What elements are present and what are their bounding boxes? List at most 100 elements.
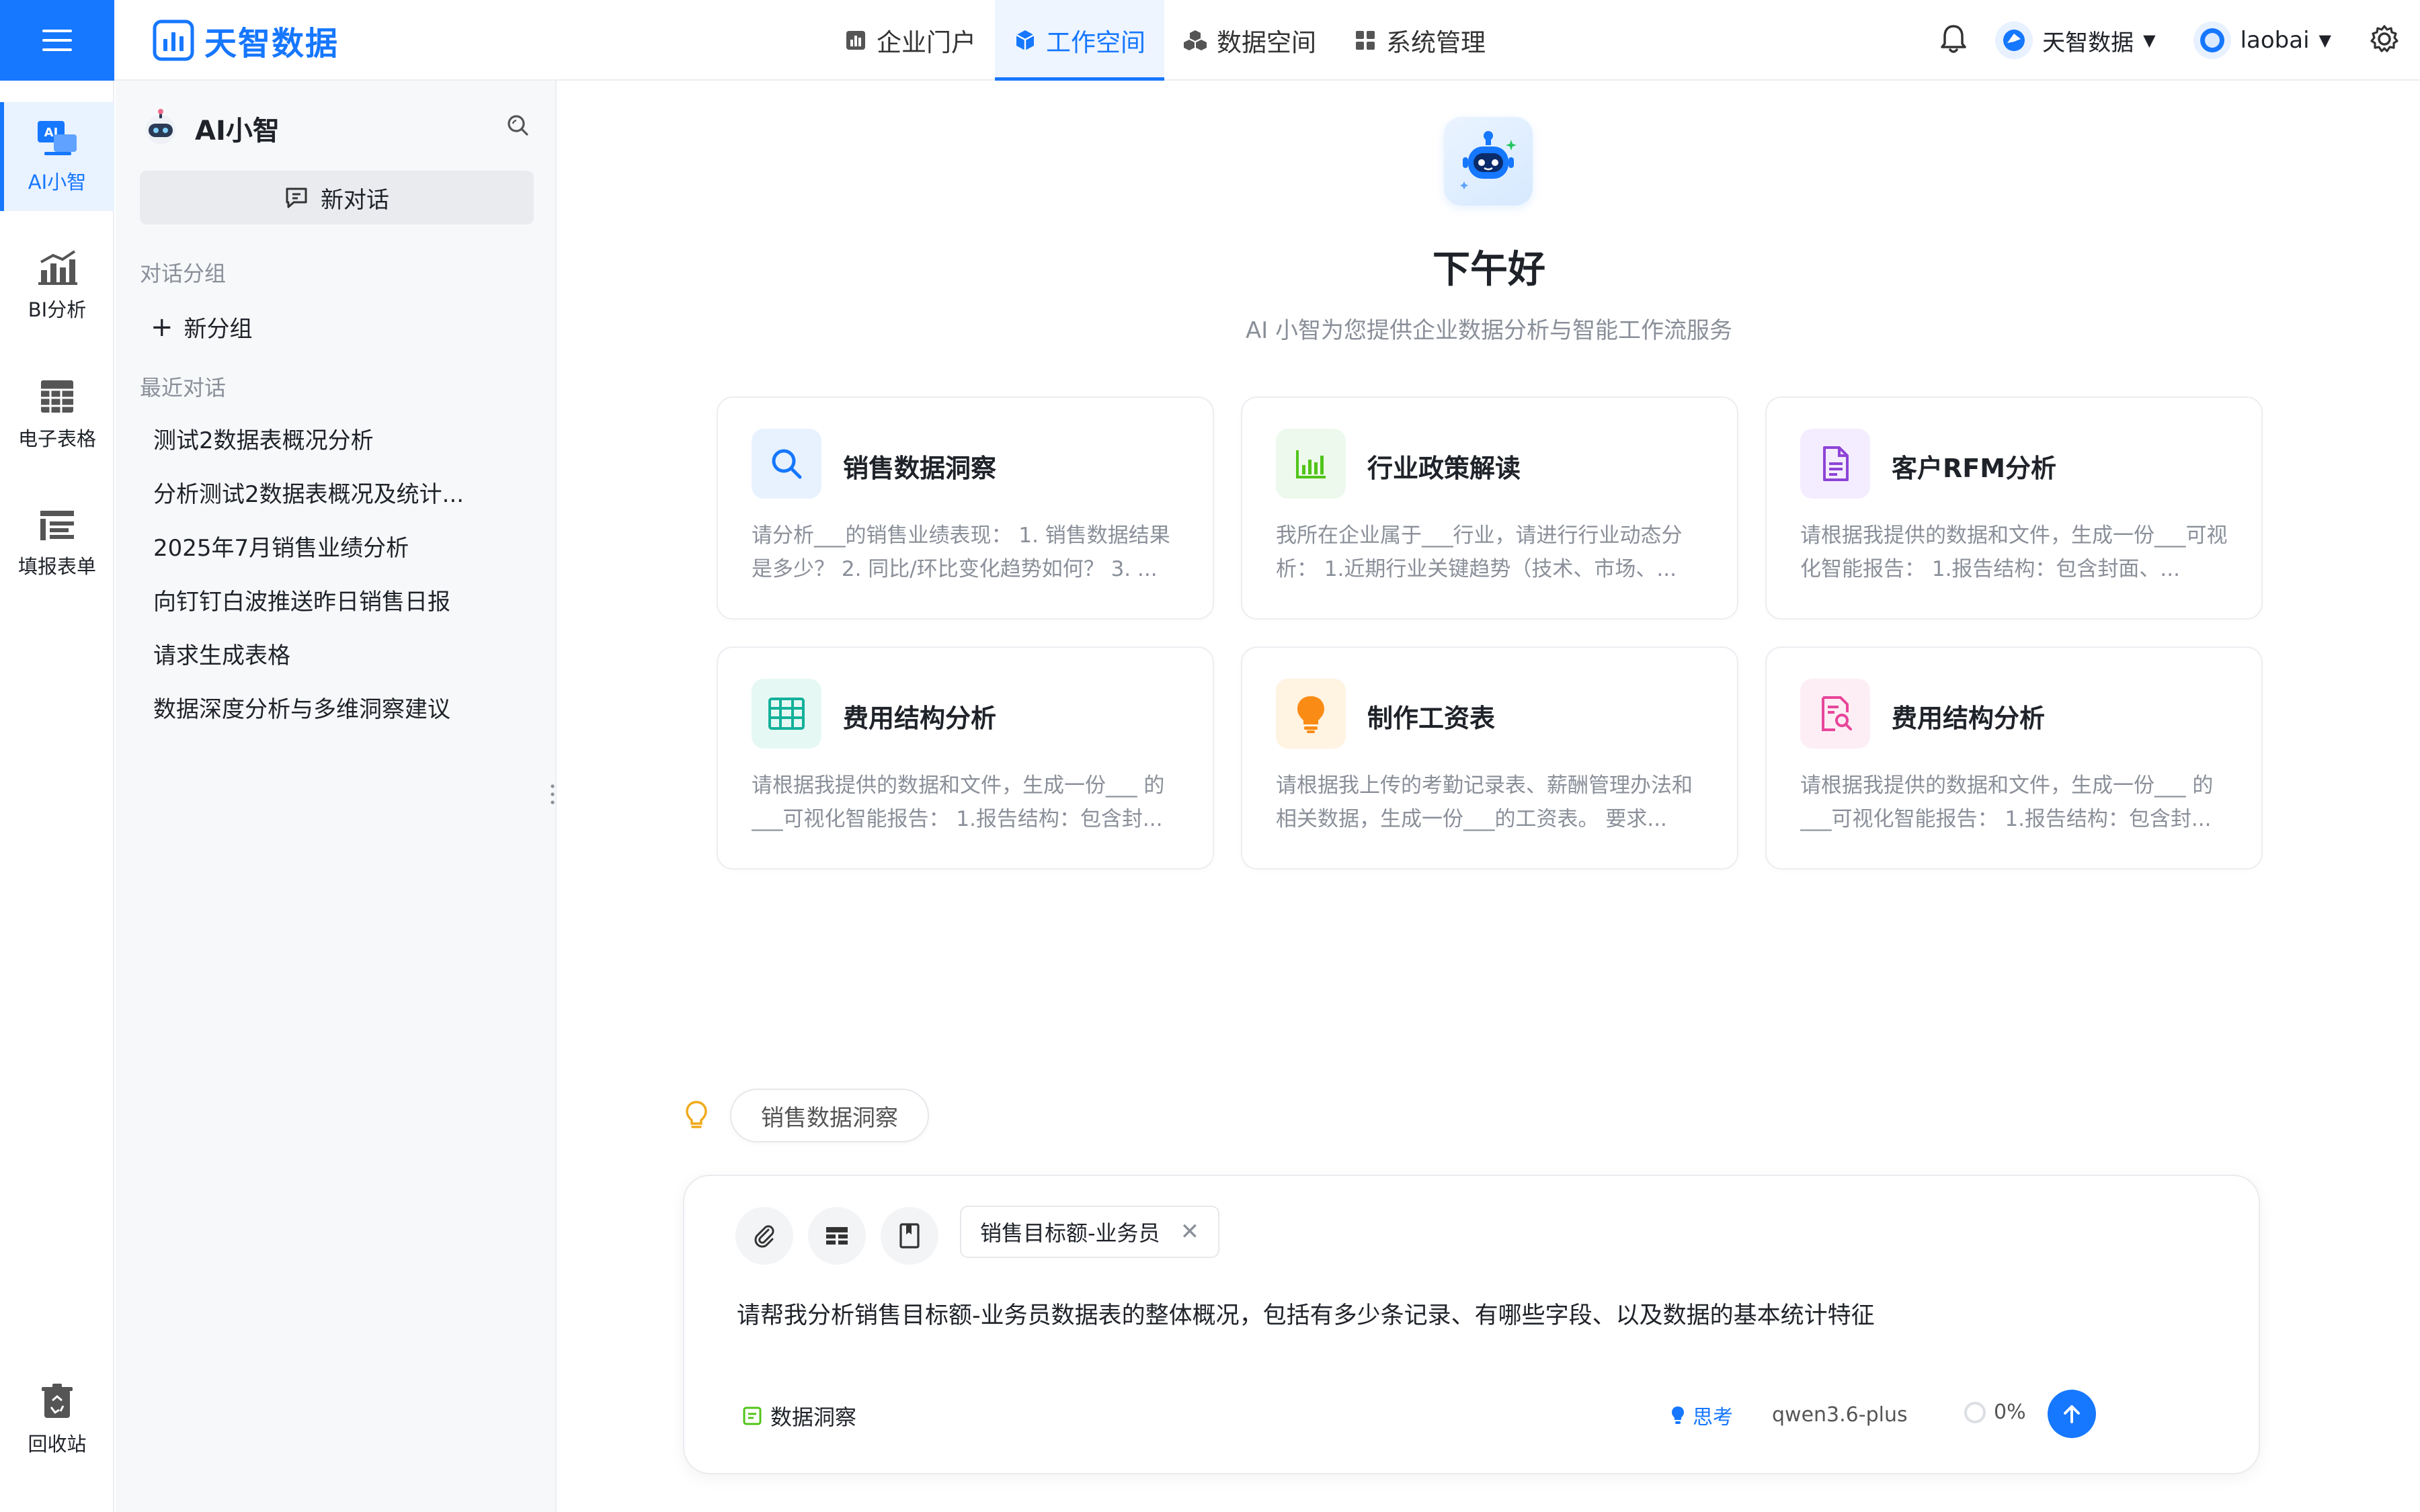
suggestion-chip[interactable]: 销售数据洞察	[730, 1089, 929, 1142]
plus-icon: +	[151, 311, 173, 343]
new-chat-button[interactable]: 新对话	[140, 171, 534, 224]
rail-label: 电子表格	[17, 427, 96, 450]
grid-icon	[1356, 31, 1375, 50]
cube-icon	[1016, 30, 1035, 50]
recent-conversation[interactable]: 向钉钉白波推送昨日销售日报	[153, 582, 530, 622]
user-menu[interactable]: laobai ▼	[2193, 22, 2331, 59]
report-search-icon	[1822, 696, 1852, 731]
rail-item-recycle-bin[interactable]: 回收站	[0, 1366, 114, 1474]
recent-conversation[interactable]: 测试2数据表概况分析	[153, 421, 530, 461]
chat-composer: 销售目标额-业务员 ✕ 请帮我分析销售目标额-业务员数据表的整体概况，包括有多少…	[683, 1175, 2260, 1474]
rail-label: BI分析	[28, 298, 87, 321]
knowledge-base-button[interactable]	[881, 1207, 938, 1265]
org-switcher[interactable]: 天智数据 ▼	[1995, 22, 2156, 59]
card-icon-wrap	[1800, 429, 1870, 499]
user-avatar-icon	[2200, 28, 2224, 52]
conversation-sidebar: AI小智 新对话 对话分组 + 新分组 最近对话 测试2数据表概况分析 分析测试…	[116, 81, 557, 1512]
greeting-title: 下午好	[1433, 248, 1545, 292]
send-button[interactable]	[2048, 1390, 2096, 1438]
nav-data-space[interactable]: 数据空间	[1164, 0, 1335, 81]
suggestion-bulb	[683, 1099, 710, 1134]
greeting-subtitle: AI 小智为您提供企业数据分析与智能工作流服务	[1245, 317, 1733, 344]
think-toggle[interactable]: 思考	[1670, 1400, 1733, 1430]
card-icon-wrap	[1276, 429, 1346, 499]
form-icon	[40, 511, 74, 540]
prompt-card[interactable]: 客户RFM分析 请根据我提供的数据和文件，生成一份___可视化智能报告： 1.报…	[1765, 396, 2263, 620]
logo-text: 天智数据	[204, 25, 339, 62]
card-title: 销售数据洞察	[843, 454, 997, 483]
card-title: 客户RFM分析	[1892, 454, 2057, 483]
recent-conversation[interactable]: 分析测试2数据表概况及统计...	[153, 474, 530, 515]
main-nav: 企业门户 工作空间 数据空间 系统管理	[825, 0, 1504, 81]
card-title: 费用结构分析	[843, 704, 997, 733]
bookmark-book-icon	[899, 1223, 920, 1249]
nav-workspace[interactable]: 工作空间	[995, 0, 1164, 81]
prompt-card[interactable]: 销售数据洞察 请分析___的销售业绩表现： 1. 销售数据结果是多少？ 2. 同…	[717, 396, 1214, 620]
recent-conversation[interactable]: 数据深度分析与多维洞察建议	[153, 689, 530, 730]
lightbulb-icon	[1297, 696, 1324, 733]
card-icon-wrap	[1800, 679, 1870, 749]
new-group-button[interactable]: + 新分组	[151, 310, 253, 343]
card-icon-wrap	[752, 679, 821, 749]
table-icon	[768, 698, 805, 730]
top-bar: 天智数据 企业门户 工作空间 数据空间 系统管理 天智数据 ▼ laobai ▼	[0, 0, 2420, 81]
rail-item-bi-analysis[interactable]: BI分析	[0, 231, 114, 340]
database-table-icon	[826, 1227, 848, 1245]
paperclip-icon	[754, 1225, 774, 1248]
nav-label: 企业门户	[877, 28, 976, 57]
recent-section-label: 最近对话	[140, 375, 227, 401]
context-usage-indicator: 0%	[1964, 1400, 2026, 1424]
model-selector[interactable]: qwen3.6-plus	[1772, 1403, 1908, 1427]
prompt-input[interactable]: 请帮我分析销售目标额-业务员数据表的整体概况，包括有多少条记录、有哪些字段、以及…	[737, 1297, 2216, 1335]
close-icon[interactable]: ✕	[1180, 1218, 1200, 1245]
card-description: 请根据我提供的数据和文件，生成一份___可视化智能报告： 1.报告结构：包含封面…	[1800, 523, 2228, 581]
bell-icon	[1941, 25, 1966, 53]
attach-button[interactable]	[735, 1207, 793, 1265]
nav-enterprise-portal[interactable]: 企业门户	[825, 0, 995, 81]
bi-chart-icon	[38, 250, 77, 285]
card-description: 请根据我提供的数据和文件，生成一份___ 的___可视化智能报告： 1.报告结构…	[1800, 773, 2214, 831]
sidebar-search-button[interactable]	[506, 113, 530, 140]
prompt-card[interactable]: 费用结构分析 请根据我提供的数据和文件，生成一份___ 的___可视化智能报告：…	[1765, 646, 2263, 870]
chevron-down-icon: ▼	[2318, 31, 2331, 50]
hamburger-icon	[42, 30, 72, 51]
new-chat-icon	[286, 187, 307, 208]
logo-mark-icon	[153, 19, 194, 61]
bulb-small-icon	[1672, 1406, 1684, 1424]
top-right-actions: 天智数据 ▼ laobai ▼	[1939, 0, 2400, 81]
card-description: 我所在企业属于___行业，请进行行业动态分析： 1.近期行业关键趋势（技术、市场…	[1276, 523, 1683, 581]
card-icon-wrap	[752, 429, 821, 499]
rail-item-form[interactable]: 填报表单	[0, 489, 114, 598]
card-title: 费用结构分析	[1892, 704, 2046, 733]
context-usage-value: 0%	[1994, 1400, 2026, 1424]
brand-logo[interactable]: 天智数据	[152, 16, 339, 65]
recent-conversation[interactable]: 2025年7月销售业绩分析	[153, 528, 530, 569]
search-icon	[772, 449, 802, 479]
prompt-card[interactable]: 制作工资表 请根据我上传的考勤记录表、薪酬管理办法和相关数据，生成一份___的工…	[1241, 646, 1738, 870]
org-logo-icon	[2003, 30, 2025, 51]
settings-button[interactable]	[2369, 24, 2400, 57]
prompt-card[interactable]: 行业政策解读 我所在企业属于___行业，请进行行业动态分析： 1.近期行业关键趋…	[1241, 396, 1738, 620]
assistant-avatar	[1444, 117, 1533, 206]
chevron-down-icon: ▼	[2143, 31, 2156, 50]
sidebar-title: AI小智	[195, 116, 280, 146]
rail-item-spreadsheet[interactable]: 电子表格	[0, 360, 114, 469]
new-group-label: 新分组	[184, 316, 253, 343]
recycle-bin-icon	[42, 1384, 73, 1418]
datasource-button[interactable]	[808, 1207, 866, 1265]
recent-conversation[interactable]: 请求生成表格	[153, 636, 530, 676]
data-insight-toggle[interactable]: 数据洞察	[742, 1400, 856, 1431]
card-description: 请根据我提供的数据和文件，生成一份___ 的___可视化智能报告： 1.报告结构…	[752, 773, 1165, 831]
document-icon	[1823, 446, 1849, 481]
rail-item-ai-assistant[interactable]: AI AI小智	[0, 102, 114, 211]
user-avatar	[2193, 22, 2231, 59]
prompt-card[interactable]: 费用结构分析 请根据我提供的数据和文件，生成一份___ 的___可视化智能报告：…	[717, 646, 1214, 870]
notifications-button[interactable]	[1939, 23, 1968, 58]
search-icon	[508, 115, 528, 136]
nav-system-admin[interactable]: 系统管理	[1335, 0, 1504, 81]
insight-label: 数据洞察	[770, 1404, 857, 1430]
menu-toggle-button[interactable]	[0, 0, 114, 81]
lightbulb-outline-icon	[686, 1101, 707, 1128]
app-rail: AI AI小智 BI分析 电子表格 填报表单 回收站	[0, 81, 114, 1512]
nav-label: 工作空间	[1046, 28, 1145, 57]
